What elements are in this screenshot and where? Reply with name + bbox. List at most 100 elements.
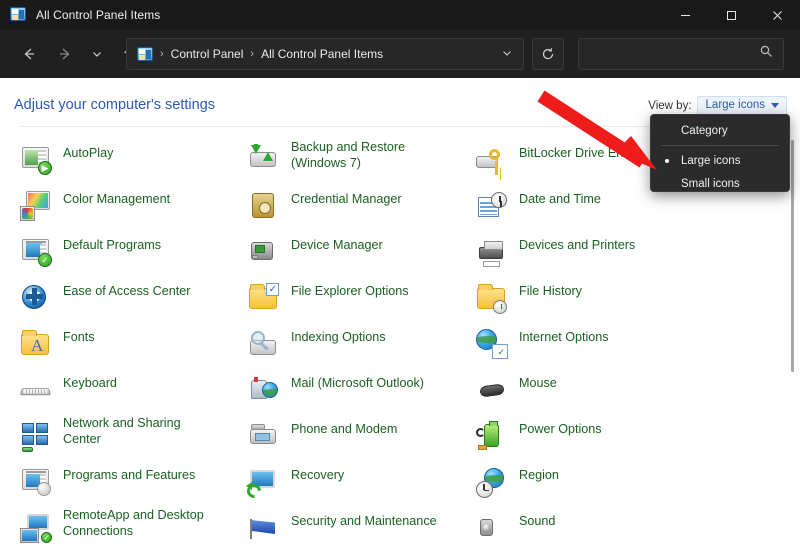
menu-item-label: Small icons <box>681 177 740 190</box>
control-panel-item[interactable]: Ease of Access Center <box>20 278 260 324</box>
control-panel-window: All Control Panel Items › Control Panel … <box>0 0 800 555</box>
control-panel-item[interactable]: Network and Sharing Center <box>20 416 260 462</box>
credential-manager-icon <box>248 190 280 222</box>
region-icon <box>476 466 508 498</box>
close-button[interactable] <box>754 0 800 30</box>
color-management-icon <box>20 190 52 222</box>
control-panel-item[interactable]: Power Options <box>476 416 716 462</box>
view-by-value: Large icons <box>705 99 765 111</box>
window-controls <box>662 0 800 30</box>
control-panel-item[interactable]: Phone and Modem <box>248 416 488 462</box>
keyboard-icon <box>19 374 52 406</box>
control-panel-item-label: Security and Maintenance <box>291 514 437 528</box>
breadcrumb-separator: › <box>160 48 164 60</box>
control-panel-item[interactable]: Recovery <box>244 462 488 508</box>
breadcrumb-all-items[interactable]: All Control Panel Items <box>261 47 383 61</box>
control-panel-item-label: Power Options <box>519 422 602 436</box>
breadcrumb-control-panel[interactable]: Control Panel <box>171 47 244 61</box>
control-panel-breadcrumb-icon <box>137 47 153 61</box>
forward-button[interactable] <box>50 39 80 69</box>
control-panel-item[interactable]: ✓ Default Programs <box>20 232 260 278</box>
scrollbar-thumb[interactable] <box>791 140 794 372</box>
control-panel-item-label: Ease of Access Center <box>63 284 191 298</box>
devices-printers-icon <box>476 236 508 268</box>
menu-item-small-icons[interactable]: Small icons <box>651 172 789 195</box>
window-title: All Control Panel Items <box>36 8 161 22</box>
control-panel-item[interactable]: Programs and Features <box>20 462 260 508</box>
autoplay-icon: ▶ <box>20 144 52 176</box>
control-panel-item[interactable]: Color Management <box>20 186 260 232</box>
control-panel-item[interactable]: Device Manager <box>248 232 488 278</box>
control-panel-item-label: Indexing Options <box>291 330 386 344</box>
control-panel-item[interactable]: Credential Manager <box>248 186 488 232</box>
programs-features-icon <box>20 466 52 498</box>
mouse-icon <box>476 374 508 406</box>
menu-item-label: Category <box>681 124 728 137</box>
network-sharing-icon <box>20 420 52 452</box>
control-panel-item-label: Default Programs <box>63 238 161 252</box>
title-bar: All Control Panel Items <box>0 0 800 30</box>
control-panel-item-label: Region <box>519 468 559 482</box>
address-bar[interactable]: › Control Panel › All Control Panel Item… <box>126 38 524 70</box>
control-panel-item[interactable]: Mouse <box>476 370 716 416</box>
recovery-icon <box>244 466 280 501</box>
control-panel-item-label: File History <box>519 284 582 298</box>
control-panel-item-label: Programs and Features <box>63 468 196 482</box>
control-panel-item[interactable]: Mail (Microsoft Outlook) <box>248 370 488 416</box>
control-panel-item[interactable]: Devices and Printers <box>476 232 716 278</box>
control-panel-item-label: RemoteApp and Desktop Connections <box>63 508 204 538</box>
control-panel-item-label: Sound <box>519 514 556 528</box>
back-button[interactable] <box>14 39 44 69</box>
file-history-icon <box>476 282 508 314</box>
control-panel-item[interactable]: File History <box>476 278 716 324</box>
selected-bullet-icon <box>665 158 669 163</box>
maximize-button[interactable] <box>708 0 754 30</box>
view-by-dropdown-menu: Category Large icons Small icons <box>650 114 790 192</box>
date-time-icon <box>476 190 508 222</box>
control-panel-item-label: File Explorer Options <box>291 284 409 298</box>
control-panel-item[interactable]: Backup and Restore (Windows 7) <box>248 140 488 186</box>
control-panel-item[interactable]: Security and Maintenance <box>248 508 488 554</box>
mail-icon <box>248 374 280 406</box>
control-panel-item[interactable]: ✓ RemoteApp and Desktop Connections <box>20 508 260 554</box>
control-panel-item-label: Color Management <box>63 192 171 206</box>
bitlocker-icon <box>476 144 508 176</box>
control-panel-item[interactable]: A Fonts <box>20 324 260 370</box>
control-panel-item[interactable]: Region <box>476 462 716 508</box>
control-panel-item-label: Date and Time <box>519 192 601 206</box>
control-panel-item-label: Mail (Microsoft Outlook) <box>291 376 424 390</box>
breadcrumb-separator: › <box>250 48 255 60</box>
device-manager-icon <box>248 236 280 268</box>
view-by-dropdown-button[interactable]: Large icons <box>696 96 787 115</box>
view-by-control: View by: Large icons <box>648 96 787 115</box>
menu-item-label: Large icons <box>681 154 741 167</box>
control-panel-item-label: Internet Options <box>519 330 609 344</box>
control-panel-item[interactable]: Sound <box>476 508 716 554</box>
menu-item-category[interactable]: Category <box>651 119 789 142</box>
power-options-icon <box>476 420 508 452</box>
search-icon[interactable] <box>760 45 773 63</box>
control-panel-item-label: Network and Sharing Center <box>63 416 181 446</box>
refresh-button[interactable] <box>532 38 564 70</box>
control-panel-item-label: Mouse <box>519 376 557 390</box>
control-panel-item[interactable]: Keyboard <box>19 370 260 416</box>
control-panel-item-label: Recovery <box>291 468 345 482</box>
phone-modem-icon <box>248 420 280 452</box>
sound-icon <box>476 512 508 544</box>
control-panel-item[interactable]: ▶ AutoPlay <box>20 140 260 186</box>
control-panel-item-label: Keyboard <box>63 376 117 390</box>
control-panel-item[interactable]: Indexing Options <box>248 324 488 370</box>
minimize-button[interactable] <box>662 0 708 30</box>
control-panel-item-label: Devices and Printers <box>519 238 636 252</box>
control-panel-item[interactable]: ✓ File Explorer Options <box>248 278 488 324</box>
fonts-icon: A <box>20 328 52 360</box>
chevron-down-icon[interactable] <box>501 47 517 62</box>
menu-item-large-icons[interactable]: Large icons <box>651 149 789 172</box>
file-explorer-options-icon: ✓ <box>248 282 280 314</box>
remoteapp-icon: ✓ <box>20 512 52 544</box>
control-panel-item[interactable]: ✓ Internet Options <box>476 324 716 370</box>
recent-locations-button[interactable] <box>86 39 108 69</box>
backup-restore-icon <box>248 144 280 176</box>
search-box[interactable] <box>578 38 784 70</box>
view-by-label: View by: <box>648 99 692 112</box>
